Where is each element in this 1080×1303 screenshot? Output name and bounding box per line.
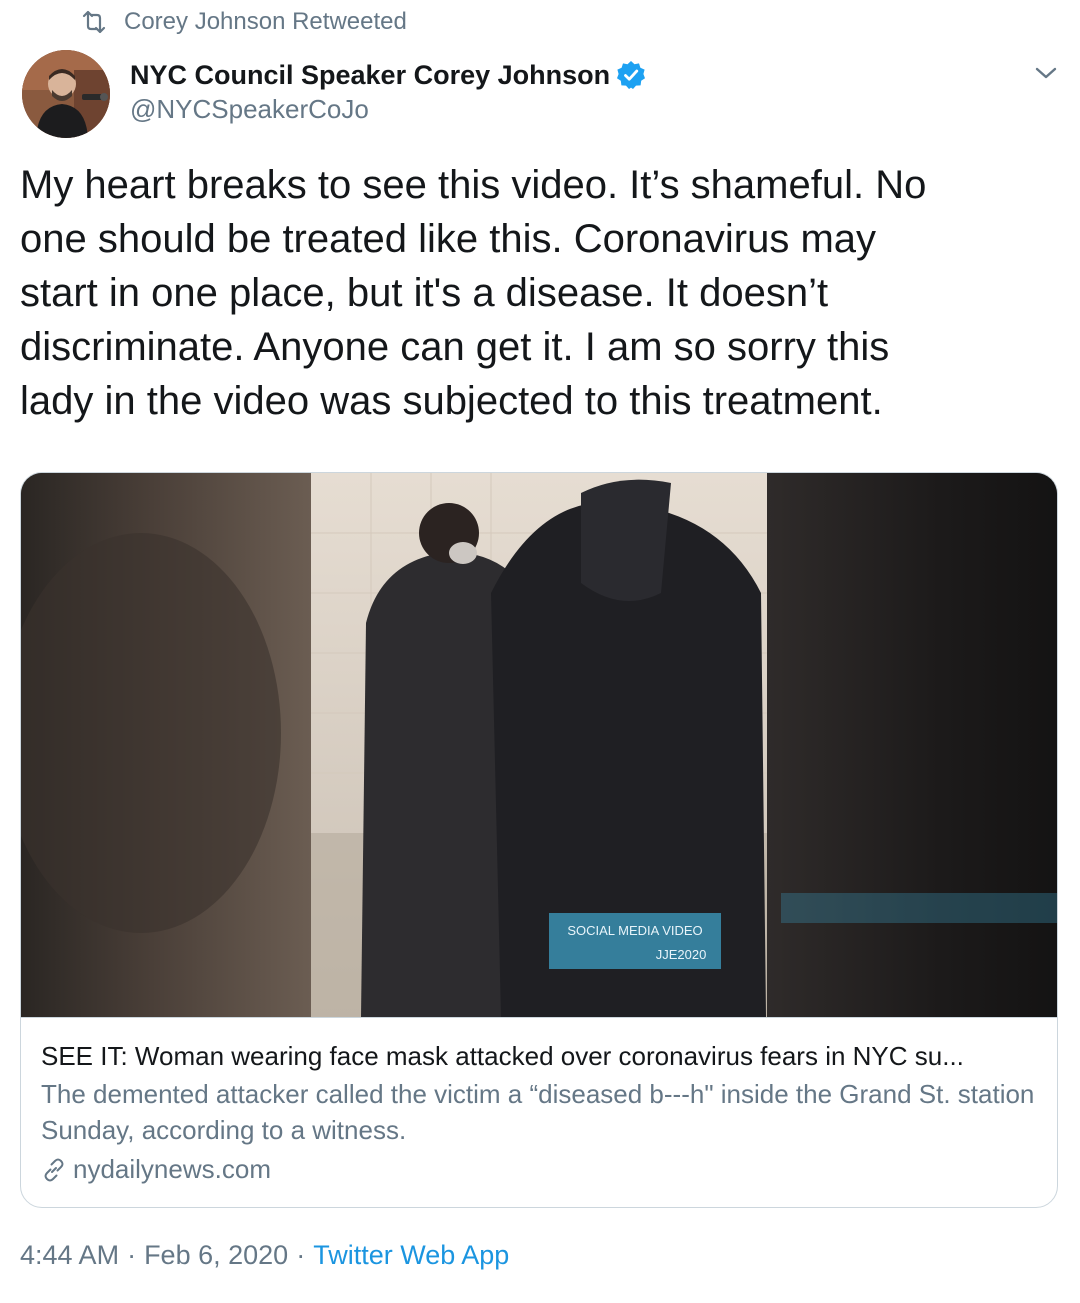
link-card[interactable]: SOCIAL MEDIA VIDEO JJE2020 SEE IT: Woman… [20, 472, 1058, 1208]
video-thumbnail: SOCIAL MEDIA VIDEO JJE2020 [21, 473, 1057, 1017]
tweet-meta: 4:44 AM · Feb 6, 2020 · Twitter Web App [20, 1240, 509, 1271]
author-name-row[interactable]: NYC Council Speaker Corey Johnson [130, 56, 646, 94]
meta-separator: · [127, 1240, 137, 1270]
meta-separator-2: · [296, 1240, 306, 1270]
display-name: NYC Council Speaker Corey Johnson [130, 59, 611, 90]
card-title: SEE IT: Woman wearing face mask attacked… [41, 1041, 964, 1071]
tweet-source-link[interactable]: Twitter Web App [313, 1240, 509, 1270]
avatar-image [22, 50, 110, 138]
watermark-line2: JJE2020 [656, 947, 707, 962]
watermark-line1: SOCIAL MEDIA VIDEO [567, 923, 702, 938]
card-description: The demented attacker called the victim … [41, 1079, 1035, 1145]
retweet-icon [82, 10, 106, 34]
link-icon [44, 1158, 64, 1181]
retweet-context[interactable]: Corey Johnson Retweeted [80, 6, 407, 38]
author-handle[interactable]: @NYCSpeakerCoJo [130, 94, 369, 125]
tweet-text: My heart breaks to see this video. It’s … [20, 163, 927, 423]
avatar[interactable] [22, 50, 110, 138]
chevron-down-icon [1035, 67, 1057, 79]
retweet-label: Corey Johnson Retweeted [124, 8, 407, 35]
tweet-date[interactable]: Feb 6, 2020 [144, 1240, 288, 1270]
tweet-time[interactable]: 4:44 AM [20, 1240, 119, 1270]
card-domain-text: nydailynews.com [73, 1154, 271, 1184]
card-media[interactable]: SOCIAL MEDIA VIDEO JJE2020 [21, 473, 1057, 1017]
verified-badge-icon [617, 61, 646, 89]
tweet-menu-button[interactable] [1028, 58, 1064, 88]
card-domain: nydailynews.com [41, 1154, 271, 1185]
tweet: Corey Johnson Retweeted NYC Council Spea… [0, 0, 1080, 1303]
card-body[interactable]: SEE IT: Woman wearing face mask attacked… [21, 1017, 1057, 1207]
